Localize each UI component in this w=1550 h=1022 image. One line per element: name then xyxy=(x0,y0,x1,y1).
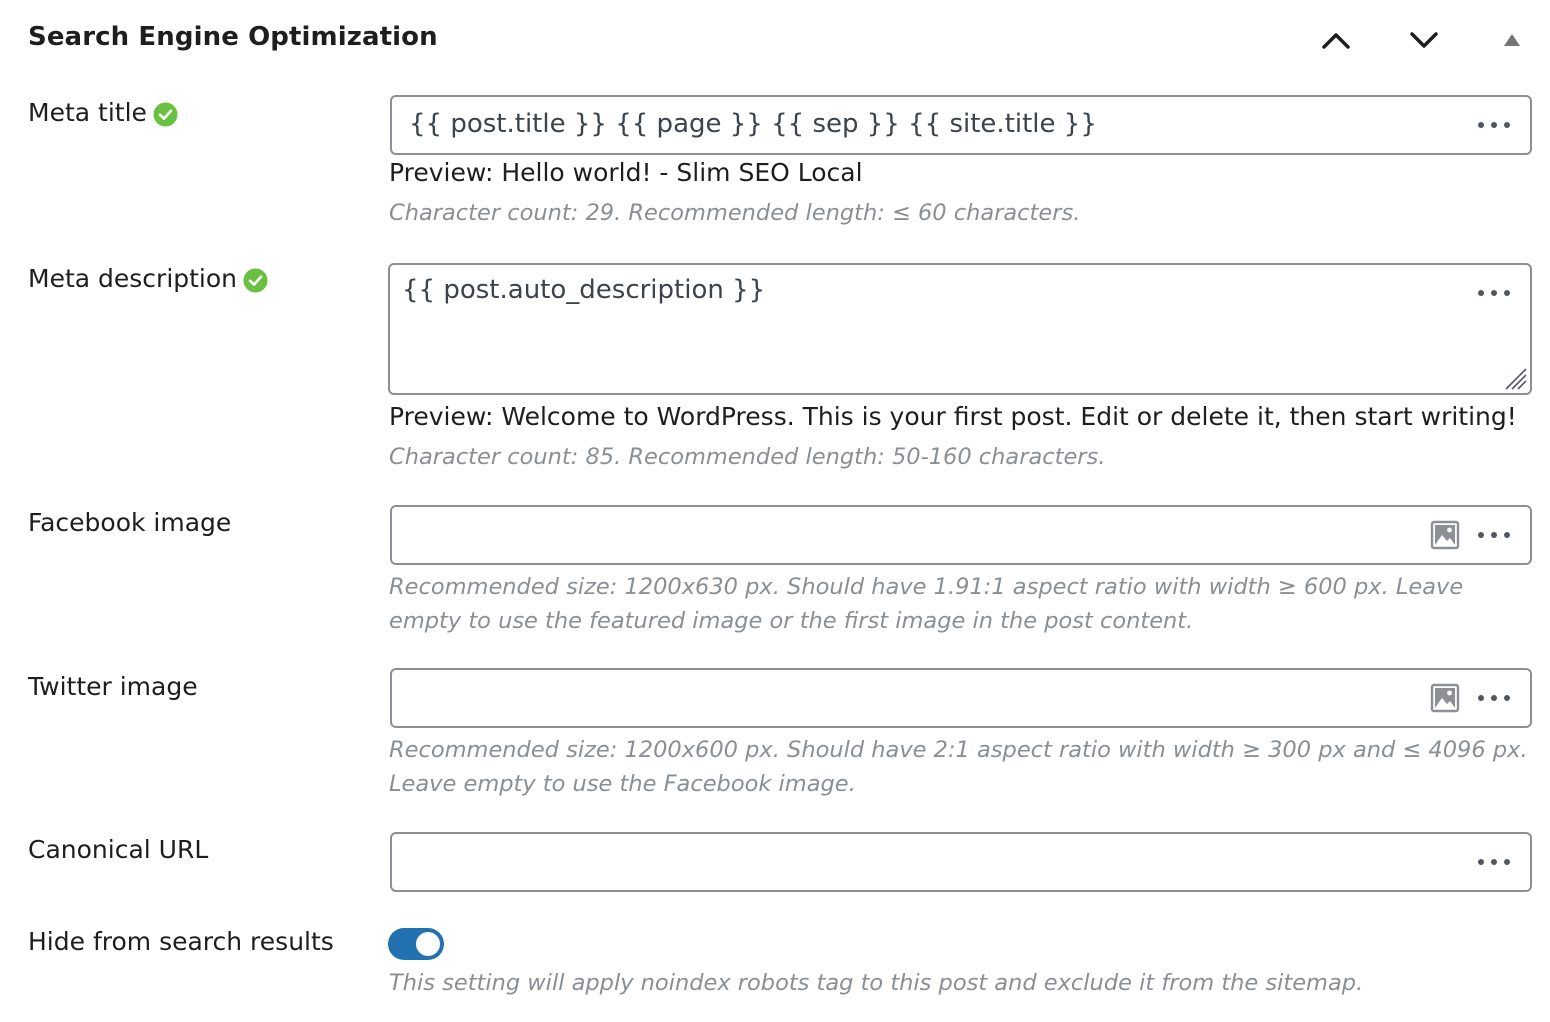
canonical-url-input[interactable] xyxy=(390,832,1532,892)
chevron-down-icon xyxy=(1410,32,1438,48)
image-icon[interactable] xyxy=(1430,683,1460,713)
dot xyxy=(1504,695,1510,701)
chevron-up-icon xyxy=(1322,33,1350,49)
more-dots-icon xyxy=(1478,695,1484,701)
meta-description-textarea[interactable]: {{ post.auto_description }} xyxy=(388,263,1532,395)
meta-description-preview: Preview: Welcome to WordPress. This is y… xyxy=(389,402,1517,431)
meta-title-hint: Character count: 29. Recommended length:… xyxy=(389,200,1081,226)
facebook-image-label: Facebook image xyxy=(28,508,231,537)
canonical-url-variables-button[interactable] xyxy=(1478,848,1510,876)
meta-title-value: {{ post.title }} {{ page }} {{ sep }} {{… xyxy=(409,109,1097,139)
dot xyxy=(1504,859,1510,865)
toggle-knob xyxy=(416,932,440,956)
more-dots-icon xyxy=(1478,532,1484,538)
meta-title-input[interactable]: {{ post.title }} {{ page }} {{ sep }} {{… xyxy=(390,95,1532,155)
meta-description-value: {{ post.auto_description }} xyxy=(402,275,766,305)
canonical-url-label-text: Canonical URL xyxy=(28,835,209,864)
more-dots-icon xyxy=(1478,859,1484,865)
noindex-toggle[interactable] xyxy=(388,928,444,960)
twitter-image-label-text: Twitter image xyxy=(28,672,198,701)
meta-title-label: Meta title xyxy=(28,98,178,127)
meta-description-variables-button[interactable] xyxy=(1478,279,1510,307)
meta-description-hint: Character count: 85. Recommended length:… xyxy=(389,444,1106,470)
move-up-button[interactable] xyxy=(1314,18,1358,62)
panel-title: Search Engine Optimization xyxy=(28,22,438,52)
dot xyxy=(1504,532,1510,538)
twitter-image-input[interactable] xyxy=(390,668,1532,728)
twitter-image-hint: Recommended size: 1200x600 px. Should ha… xyxy=(389,737,1528,797)
noindex-hint: This setting will apply noindex robots t… xyxy=(389,970,1364,996)
more-dots-icon xyxy=(1478,290,1484,296)
noindex-label-text: Hide from search results xyxy=(28,927,334,956)
panel-header: Search Engine Optimization xyxy=(0,0,1550,80)
twitter-image-label: Twitter image xyxy=(28,672,198,701)
noindex-label: Hide from search results xyxy=(28,927,334,956)
image-icon[interactable] xyxy=(1430,520,1460,550)
meta-title-variables-button[interactable] xyxy=(1478,111,1510,139)
facebook-image-input[interactable] xyxy=(390,505,1532,565)
meta-description-label: Meta description xyxy=(28,264,268,293)
dot xyxy=(1491,122,1497,128)
move-down-button[interactable] xyxy=(1402,18,1446,62)
dot xyxy=(1504,122,1510,128)
meta-description-label-text: Meta description xyxy=(28,264,238,293)
more-dots-icon xyxy=(1478,122,1484,128)
dot xyxy=(1504,290,1510,296)
dot xyxy=(1491,695,1497,701)
dot xyxy=(1491,859,1497,865)
facebook-image-hint: Recommended size: 1200x630 px. Should ha… xyxy=(389,574,1464,634)
dot xyxy=(1491,290,1497,296)
resize-handle-icon[interactable] xyxy=(1502,365,1528,391)
twitter-image-variables-button[interactable] xyxy=(1478,684,1510,712)
facebook-image-label-text: Facebook image xyxy=(28,508,232,537)
facebook-image-variables-button[interactable] xyxy=(1478,521,1510,549)
meta-title-label-text: Meta title xyxy=(28,98,147,127)
triangle-up-icon xyxy=(1504,34,1520,46)
collapse-panel-button[interactable] xyxy=(1490,18,1534,62)
meta-title-preview: Preview: Hello world! - Slim SEO Local xyxy=(389,158,863,187)
canonical-url-label: Canonical URL xyxy=(28,835,208,864)
green-check-icon xyxy=(153,102,178,127)
dot xyxy=(1491,532,1497,538)
green-check-icon xyxy=(243,268,268,293)
